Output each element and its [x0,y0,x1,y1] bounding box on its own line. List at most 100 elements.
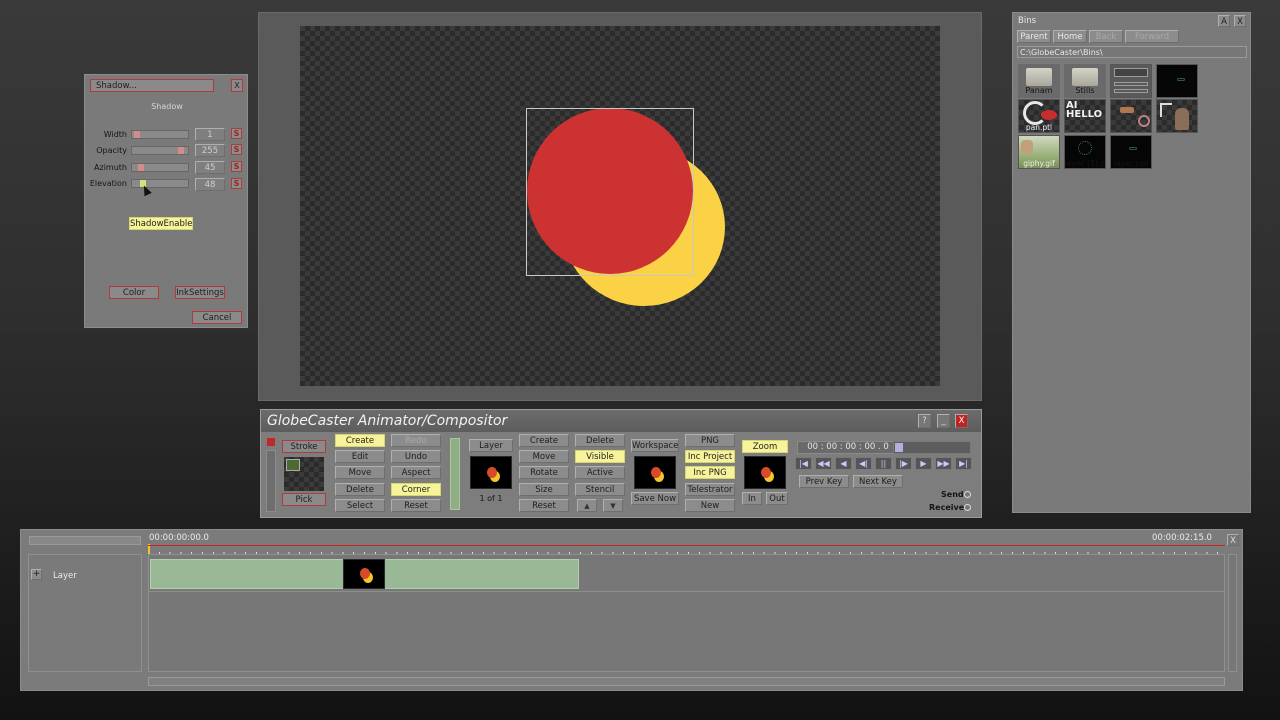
bins-close-button[interactable]: X [1234,15,1246,27]
step-forward-button[interactable]: |▶ [895,457,912,470]
color-button[interactable]: Color [109,286,159,299]
help-button[interactable]: ? [918,414,931,428]
scrub-bar[interactable] [893,441,971,454]
tool-delete[interactable]: Delete [335,483,385,496]
bin-item-car[interactable] [1110,99,1152,133]
tool-undo[interactable]: Undo [391,450,441,463]
receive-indicator[interactable] [964,504,971,511]
pause-button[interactable]: || [875,457,892,470]
bin-item-layers[interactable] [1110,64,1152,98]
telestrator-button[interactable]: Telestrator [685,483,735,496]
azimuth-s-button[interactable]: S [231,161,242,172]
layer-down-button[interactable]: ▼ [603,499,623,512]
layer-move[interactable]: Move [519,450,569,463]
elevation-value[interactable]: 48 [195,178,225,191]
timeline-close-button[interactable]: X [1227,534,1239,546]
animator-close-button[interactable]: X [955,414,968,428]
zoom-out-button[interactable]: Out [766,492,788,505]
vertical-level-bar[interactable] [450,438,460,510]
opacity-slider[interactable] [131,146,189,155]
opacity-value[interactable]: 255 [195,144,225,157]
animator-title-bar[interactable]: GlobeCaster Animator/Compositor ? _ X [261,410,981,432]
azimuth-slider[interactable] [131,163,189,172]
fast-forward-button[interactable]: ▶▶ [935,457,952,470]
tool-reset[interactable]: Reset [391,499,441,512]
rewind-button[interactable]: ◀◀ [815,457,832,470]
layer-visible[interactable]: Visible [575,450,625,463]
shadow-enable-button[interactable]: ShadowEnable [129,217,193,230]
layer-reset[interactable]: Reset [519,499,569,512]
layer-size[interactable]: Size [519,483,569,496]
layer-preview[interactable] [470,456,512,489]
png-button[interactable]: PNG [685,434,735,447]
tool-create[interactable]: Create [335,434,385,447]
layer-create[interactable]: Create [519,434,569,447]
goto-start-button[interactable]: |◀ [795,457,812,470]
play-reverse-button[interactable]: ◀ [835,457,852,470]
layer-delete[interactable]: Delete [575,434,625,447]
bin-item-ai-hello[interactable]: AI HELLO [1064,99,1106,133]
pick-button[interactable]: Pick [282,493,326,506]
workspace-preview[interactable] [634,456,676,489]
layer-active[interactable]: Active [575,466,625,479]
layer-stencil[interactable]: Stencil [575,483,625,496]
zoom-button[interactable]: Zoom [742,440,788,453]
bins-forward-button[interactable]: Forward [1125,30,1179,43]
prev-key-button[interactable]: Prev Key [799,475,849,488]
color-swatch[interactable] [267,438,275,446]
tool-edit[interactable]: Edit [335,450,385,463]
param-label-azimuth: Azimuth [94,163,127,172]
new-button[interactable]: New [685,499,735,512]
goto-end-button[interactable]: ▶| [955,457,972,470]
zoom-preview[interactable] [744,456,786,489]
scrub-handle[interactable] [895,443,903,452]
ink-settings-button[interactable]: InkSettings [175,286,225,299]
stroke-preview[interactable] [284,457,324,491]
slider-knob[interactable] [178,147,184,154]
bins-panel: Bins A X Parent Home Back Forward C:\Glo… [1012,12,1251,513]
next-key-button[interactable]: Next Key [853,475,903,488]
selection-box[interactable] [526,108,694,276]
layer-up-button[interactable]: ▲ [577,499,597,512]
opacity-s-button[interactable]: S [231,144,242,155]
tool-corner[interactable]: Corner [391,483,441,496]
tool-aspect[interactable]: Aspect [391,466,441,479]
clip-thumbnail[interactable] [343,559,385,589]
play-button[interactable]: ▶ [915,457,932,470]
slider-knob[interactable] [134,131,140,138]
timeline-vertical-scrollbar[interactable] [1228,554,1237,672]
send-indicator[interactable] [964,491,971,498]
inc-png-button[interactable]: Inc PNG [685,466,735,479]
stroke-button[interactable]: Stroke [282,440,326,453]
dialog-close-button[interactable]: X [231,79,243,92]
tool-select[interactable]: Select [335,499,385,512]
tool-redo[interactable]: Redo [391,434,441,447]
width-value[interactable]: 1 [195,128,225,141]
expand-track-button[interactable]: + [31,569,42,580]
canvas[interactable] [300,26,940,386]
bin-item-person[interactable] [1156,99,1198,133]
slider-knob[interactable] [138,164,144,171]
width-s-button[interactable]: S [231,128,242,139]
red-range-line [148,545,1225,546]
bins-path-field[interactable]: C:\GlobeCaster\Bins\ [1017,46,1247,58]
step-back-button[interactable]: ◀| [855,457,872,470]
layer-rotate[interactable]: Rotate [519,466,569,479]
timeline-scroll-left[interactable] [29,536,141,545]
elevation-s-button[interactable]: S [231,178,242,189]
bins-back-button[interactable]: Back [1089,30,1123,43]
bin-item-dark[interactable] [1156,64,1198,98]
bins-a-button[interactable]: A [1218,15,1230,27]
dialog-title-bar[interactable]: Shadow... [90,79,214,92]
inc-project-button[interactable]: Inc Project [685,450,735,463]
cancel-button[interactable]: Cancel [192,311,242,324]
bins-home-button[interactable]: Home [1053,30,1087,43]
zoom-in-button[interactable]: In [742,492,762,505]
bins-parent-button[interactable]: Parent [1017,30,1051,43]
width-slider[interactable] [131,130,189,139]
azimuth-value[interactable]: 45 [195,161,225,174]
timeline-horizontal-scrollbar[interactable] [148,677,1225,686]
save-now-button[interactable]: Save Now [631,492,679,505]
tool-move[interactable]: Move [335,466,385,479]
minimize-button[interactable]: _ [937,414,950,428]
